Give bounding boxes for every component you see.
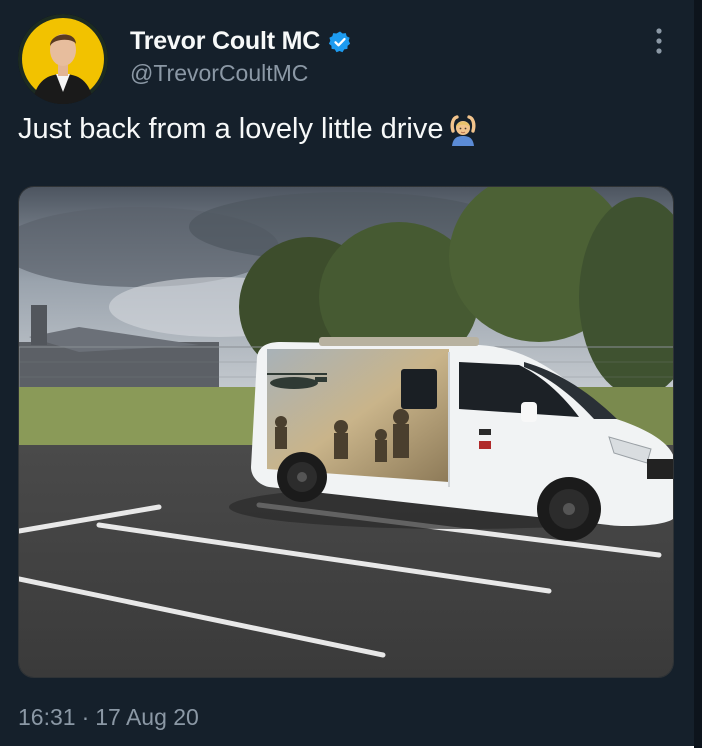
person-gesturing-ok-emoji-icon <box>451 114 476 146</box>
tweet-date[interactable]: 17 Aug 20 <box>95 704 199 731</box>
tweet-timestamp[interactable]: 16:31 · 17 Aug 20 <box>18 704 199 731</box>
van-photo-image <box>19 187 673 677</box>
timestamp-separator: · <box>81 704 90 730</box>
verified-badge-icon <box>328 31 351 52</box>
window-edge <box>694 0 702 748</box>
author-name-row[interactable]: Trevor Coult MC <box>130 27 352 56</box>
tweet-text: Just back from a lovely little drive <box>18 113 479 146</box>
tweet-text-content: Just back from a lovely little drive <box>18 113 444 145</box>
more-vertical-icon <box>656 28 662 54</box>
tweet-media-photo[interactable] <box>18 186 674 678</box>
avatar-image <box>18 14 108 104</box>
author-avatar[interactable] <box>18 14 108 104</box>
tweet-time[interactable]: 16:31 <box>18 704 76 731</box>
tweet-card: Trevor Coult MC @TrevorCoultMC Just back… <box>0 0 694 746</box>
more-options-button[interactable] <box>649 22 669 62</box>
author-handle[interactable]: @TrevorCoultMC <box>130 60 308 87</box>
author-display-name[interactable]: Trevor Coult MC <box>130 27 320 56</box>
